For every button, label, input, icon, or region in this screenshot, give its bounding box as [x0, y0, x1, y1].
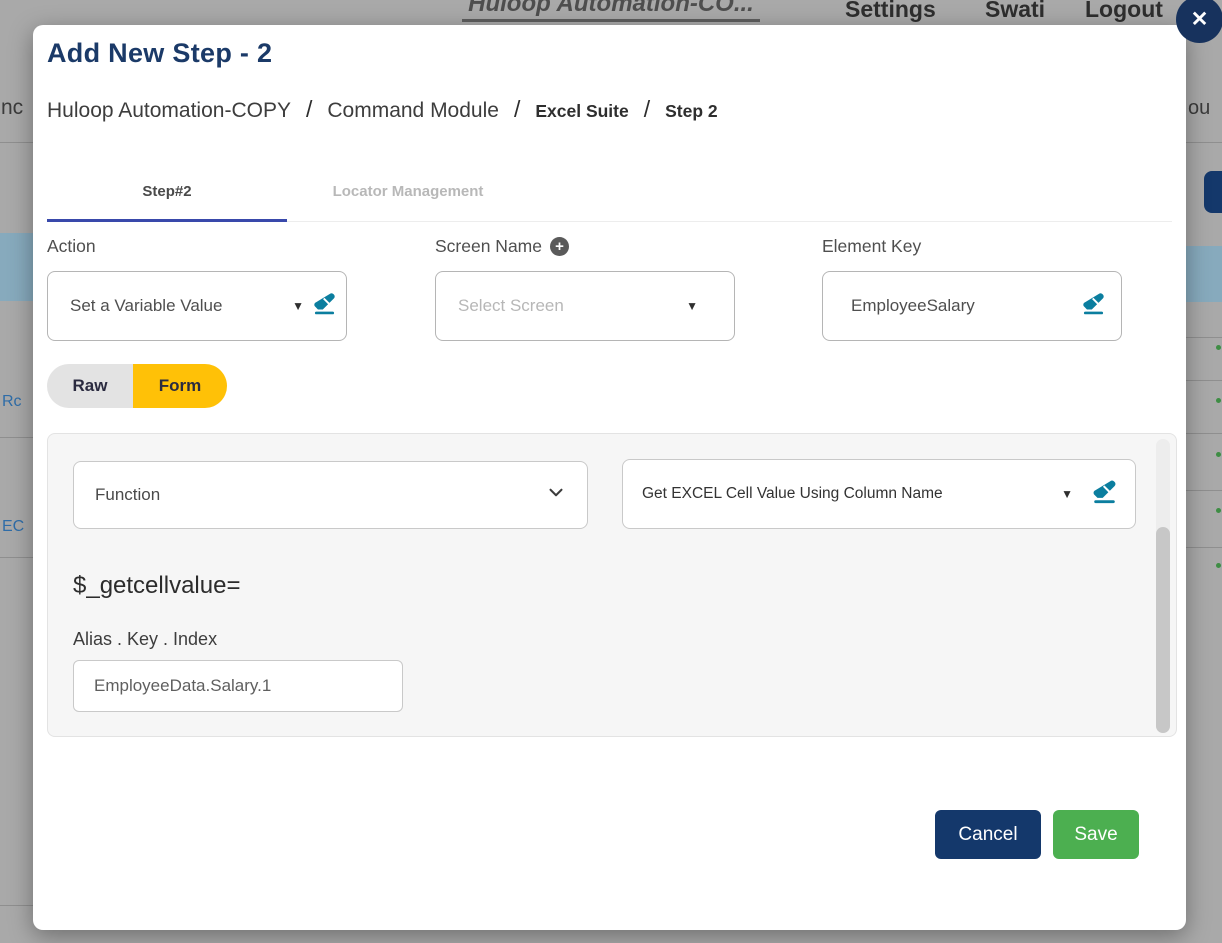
background-divider [1186, 337, 1222, 338]
function-panel: Function Get EXCEL Cell Value Using Colu… [47, 433, 1177, 737]
screen-name-label-text: Screen Name [435, 236, 542, 257]
background-divider [1186, 433, 1222, 434]
close-icon[interactable]: ✕ [1176, 0, 1222, 43]
mode-toggle: Raw Form [47, 364, 227, 408]
background-status-dot [1216, 345, 1221, 350]
action-label-text: Action [47, 236, 96, 257]
background-divider [1186, 490, 1222, 491]
args-box [73, 660, 403, 712]
background-page-title: Huloop Automation-CO... [462, 0, 760, 22]
tab-step[interactable]: Step#2 [47, 183, 287, 200]
screen-select[interactable]: Select Screen ▼ [435, 271, 735, 341]
breadcrumb-separator: / [306, 96, 312, 123]
breadcrumb-module: Command Module [327, 99, 499, 123]
background-divider [1186, 380, 1222, 381]
background-selected-row-right [1186, 246, 1222, 302]
panel-scrollbar-track[interactable] [1156, 439, 1170, 733]
breadcrumb-separator: / [514, 96, 520, 123]
background-selected-row-left [0, 233, 33, 301]
breadcrumb: Huloop Automation-COPY / Command Module … [47, 96, 718, 123]
action-label: Action [47, 236, 96, 257]
function-value-select[interactable]: Get EXCEL Cell Value Using Column Name ▼ [622, 459, 1136, 529]
breadcrumb-separator: / [644, 96, 650, 123]
action-select-value: Set a Variable Value [48, 296, 222, 316]
raw-toggle-button[interactable]: Raw [47, 364, 133, 408]
function-select-value: Function [74, 485, 160, 505]
modal-title: Add New Step - 2 [47, 38, 272, 69]
dropdown-arrow-icon[interactable]: ▼ [686, 299, 698, 313]
function-select[interactable]: Function [73, 461, 588, 529]
screen-select-placeholder: Select Screen [436, 296, 564, 316]
cancel-button[interactable]: Cancel [935, 810, 1041, 859]
action-select[interactable]: Set a Variable Value ▼ [47, 271, 347, 341]
tab-locator-management[interactable]: Locator Management [287, 183, 529, 200]
element-key-label-text: Element Key [822, 236, 921, 257]
background-divider [1186, 547, 1222, 548]
screen: Huloop Automation-CO... Settings Swati L… [0, 0, 1222, 943]
args-input[interactable] [74, 676, 374, 696]
background-divider [0, 905, 33, 906]
background-divider [0, 557, 33, 558]
dropdown-arrow-icon[interactable]: ▼ [292, 299, 304, 313]
menu-item-user[interactable]: Swati [985, 0, 1045, 23]
clear-element-key-icon[interactable] [1080, 290, 1107, 322]
save-button[interactable]: Save [1053, 810, 1139, 859]
expression-text: $_getcellvalue= [73, 572, 240, 600]
screen-name-label: Screen Name + [435, 236, 569, 257]
background-button-fragment [1204, 171, 1222, 213]
background-status-dot [1216, 563, 1221, 568]
background-fragment-left-lower: EC [2, 518, 32, 536]
breadcrumb-step: Step 2 [665, 101, 718, 122]
background-divider [0, 142, 33, 143]
background-status-dot [1216, 452, 1221, 457]
element-key-label: Element Key [822, 236, 921, 257]
breadcrumb-project: Huloop Automation-COPY [47, 99, 291, 123]
add-screen-icon[interactable]: + [550, 237, 569, 256]
clear-function-icon[interactable] [1090, 477, 1119, 511]
chevron-down-icon[interactable] [545, 482, 567, 509]
dropdown-arrow-icon[interactable]: ▼ [1061, 487, 1073, 501]
background-divider [0, 437, 33, 438]
panel-scrollbar-thumb[interactable] [1156, 527, 1170, 733]
args-label: Alias . Key . Index [73, 629, 217, 650]
clear-action-icon[interactable] [311, 290, 338, 322]
background-fragment-right-top: ou [1188, 97, 1210, 120]
element-key-input[interactable] [823, 296, 1053, 316]
background-fragment-left-top: nc [1, 96, 23, 120]
menu-item-logout[interactable]: Logout [1085, 0, 1163, 23]
menu-item-settings[interactable]: Settings [845, 0, 936, 23]
add-step-modal: Add New Step - 2 Huloop Automation-COPY … [33, 25, 1186, 930]
background-divider [1186, 142, 1222, 143]
active-tab-underline [47, 219, 287, 222]
element-key-box [822, 271, 1122, 341]
background-fragment-left-mid: Rc [2, 393, 32, 411]
breadcrumb-suite: Excel Suite [535, 101, 628, 122]
background-status-dot [1216, 398, 1221, 403]
background-status-dot [1216, 508, 1221, 513]
function-value-text: Get EXCEL Cell Value Using Column Name [623, 485, 943, 503]
form-toggle-button[interactable]: Form [133, 364, 227, 408]
